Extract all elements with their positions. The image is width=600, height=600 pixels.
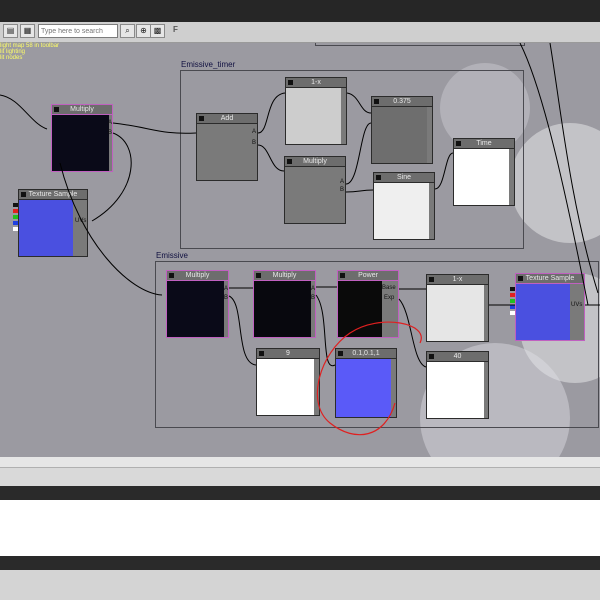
home-button[interactable]: ▤ (3, 24, 18, 38)
properties-panel[interactable] (0, 500, 600, 556)
zoom-button[interactable]: ⊕ (136, 24, 151, 38)
material-graph-canvas[interactable]: Emissive_timer Emissive Multiply A B Tex… (0, 43, 600, 457)
grid-icon: ▩ (153, 26, 162, 35)
horizontal-scrollbar[interactable] (0, 570, 600, 600)
filter-button[interactable]: ▦ (20, 24, 35, 38)
connection-wires (0, 43, 600, 436)
red-annotation-circle (316, 321, 422, 436)
overlay-line: lit nodes (0, 55, 23, 61)
magnifier-icon: ⌕ (125, 26, 130, 35)
panel-divider[interactable] (0, 556, 600, 570)
grid-button[interactable]: ▩ (150, 24, 165, 38)
f-button[interactable]: F (168, 24, 183, 38)
window-title-bar (0, 0, 600, 22)
status-strip (0, 457, 600, 468)
debug-overlay: light map 58 in toolbar lit lighting lit… (0, 43, 59, 61)
zoom-icon: ⊕ (140, 26, 147, 35)
property-header (0, 468, 600, 486)
search-button[interactable]: ⌕ (120, 24, 135, 38)
home-icon: ▤ (6, 26, 15, 35)
filter-icon: ▦ (23, 26, 32, 35)
toolbar: ▤ ▦ ⌕ ⊕ ▩ F (0, 22, 600, 43)
panel-divider[interactable] (0, 486, 600, 500)
search-input[interactable] (38, 24, 118, 38)
